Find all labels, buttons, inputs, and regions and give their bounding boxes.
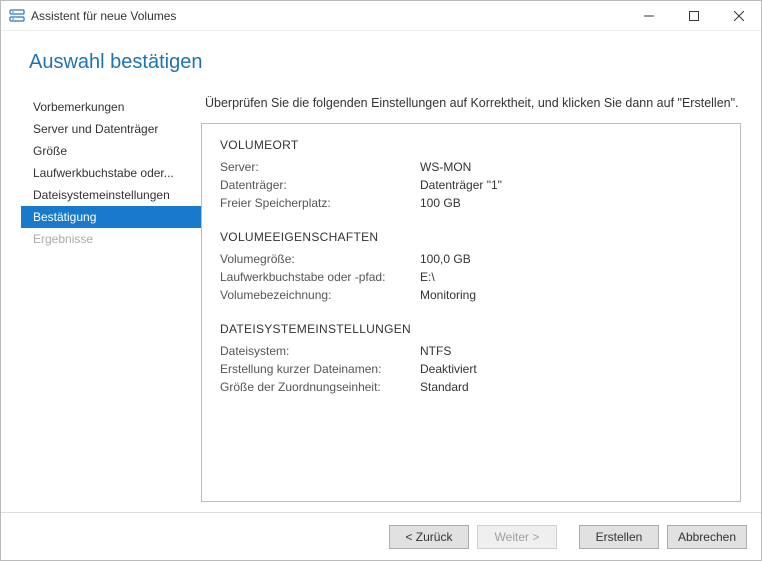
- summary-row: Volumebezeichnung:Monitoring: [220, 286, 722, 304]
- summary-key: Freier Speicherplatz:: [220, 196, 420, 210]
- summary-value: Standard: [420, 380, 722, 394]
- summary-key: Erstellung kurzer Dateinamen:: [220, 362, 420, 376]
- summary-key: Größe der Zuordnungseinheit:: [220, 380, 420, 394]
- summary-value: E:\: [420, 270, 722, 284]
- summary-row: Datenträger:Datenträger "1": [220, 176, 722, 194]
- back-button[interactable]: < Zurück: [389, 525, 469, 549]
- body-split: VorbemerkungenServer und DatenträgerGröß…: [21, 92, 741, 502]
- wizard-window: Assistent für neue Volumes Auswahl bestä…: [0, 0, 762, 561]
- nav-step-6: Ergebnisse: [21, 228, 201, 250]
- section-title: VOLUMEORT: [220, 138, 722, 152]
- summary-value: Datenträger "1": [420, 178, 722, 192]
- nav-step-5[interactable]: Bestätigung: [21, 206, 201, 228]
- nav-step-0[interactable]: Vorbemerkungen: [21, 96, 201, 118]
- summary-row: Erstellung kurzer Dateinamen:Deaktiviert: [220, 360, 722, 378]
- summary-key: Laufwerkbuchstabe oder -pfad:: [220, 270, 420, 284]
- nav-step-2[interactable]: Größe: [21, 140, 201, 162]
- wizard-footer: < Zurück Weiter > Erstellen Abbrechen: [1, 512, 761, 560]
- cancel-button[interactable]: Abbrechen: [667, 525, 747, 549]
- section-title: VOLUMEEIGENSCHAFTEN: [220, 230, 722, 244]
- confirmation-summary: VOLUMEORTServer:WS-MONDatenträger:Datent…: [201, 123, 741, 502]
- main-panel: Überprüfen Sie die folgenden Einstellung…: [201, 92, 741, 502]
- window-controls: [626, 1, 761, 30]
- summary-row: Größe der Zuordnungseinheit:Standard: [220, 378, 722, 396]
- titlebar: Assistent für neue Volumes: [1, 1, 761, 31]
- summary-value: 100 GB: [420, 196, 722, 210]
- summary-value: NTFS: [420, 344, 722, 358]
- next-button: Weiter >: [477, 525, 557, 549]
- page-title: Auswahl bestätigen: [29, 51, 741, 74]
- create-button[interactable]: Erstellen: [579, 525, 659, 549]
- summary-key: Dateisystem:: [220, 344, 420, 358]
- summary-key: Volumegröße:: [220, 252, 420, 266]
- summary-row: Volumegröße:100,0 GB: [220, 250, 722, 268]
- summary-row: Dateisystem:NTFS: [220, 342, 722, 360]
- section-title: DATEISYSTEMEINSTELLUNGEN: [220, 322, 722, 336]
- summary-key: Server:: [220, 160, 420, 174]
- instruction-text: Überprüfen Sie die folgenden Einstellung…: [205, 94, 741, 113]
- summary-row: Laufwerkbuchstabe oder -pfad:E:\: [220, 268, 722, 286]
- summary-value: WS-MON: [420, 160, 722, 174]
- close-button[interactable]: [716, 1, 761, 30]
- content-area: Auswahl bestätigen VorbemerkungenServer …: [1, 31, 761, 512]
- window-title: Assistent für neue Volumes: [31, 9, 626, 23]
- nav-step-3[interactable]: Laufwerkbuchstabe oder...: [21, 162, 201, 184]
- maximize-button[interactable]: [671, 1, 716, 30]
- wizard-nav: VorbemerkungenServer und DatenträgerGröß…: [21, 92, 201, 502]
- summary-row: Server:WS-MON: [220, 158, 722, 176]
- summary-row: Freier Speicherplatz:100 GB: [220, 194, 722, 212]
- nav-step-4[interactable]: Dateisystemeinstellungen: [21, 184, 201, 206]
- summary-value: Monitoring: [420, 288, 722, 302]
- summary-value: 100,0 GB: [420, 252, 722, 266]
- summary-key: Volumebezeichnung:: [220, 288, 420, 302]
- app-icon: [9, 8, 25, 24]
- minimize-button[interactable]: [626, 1, 671, 30]
- summary-key: Datenträger:: [220, 178, 420, 192]
- summary-value: Deaktiviert: [420, 362, 722, 376]
- nav-step-1[interactable]: Server und Datenträger: [21, 118, 201, 140]
